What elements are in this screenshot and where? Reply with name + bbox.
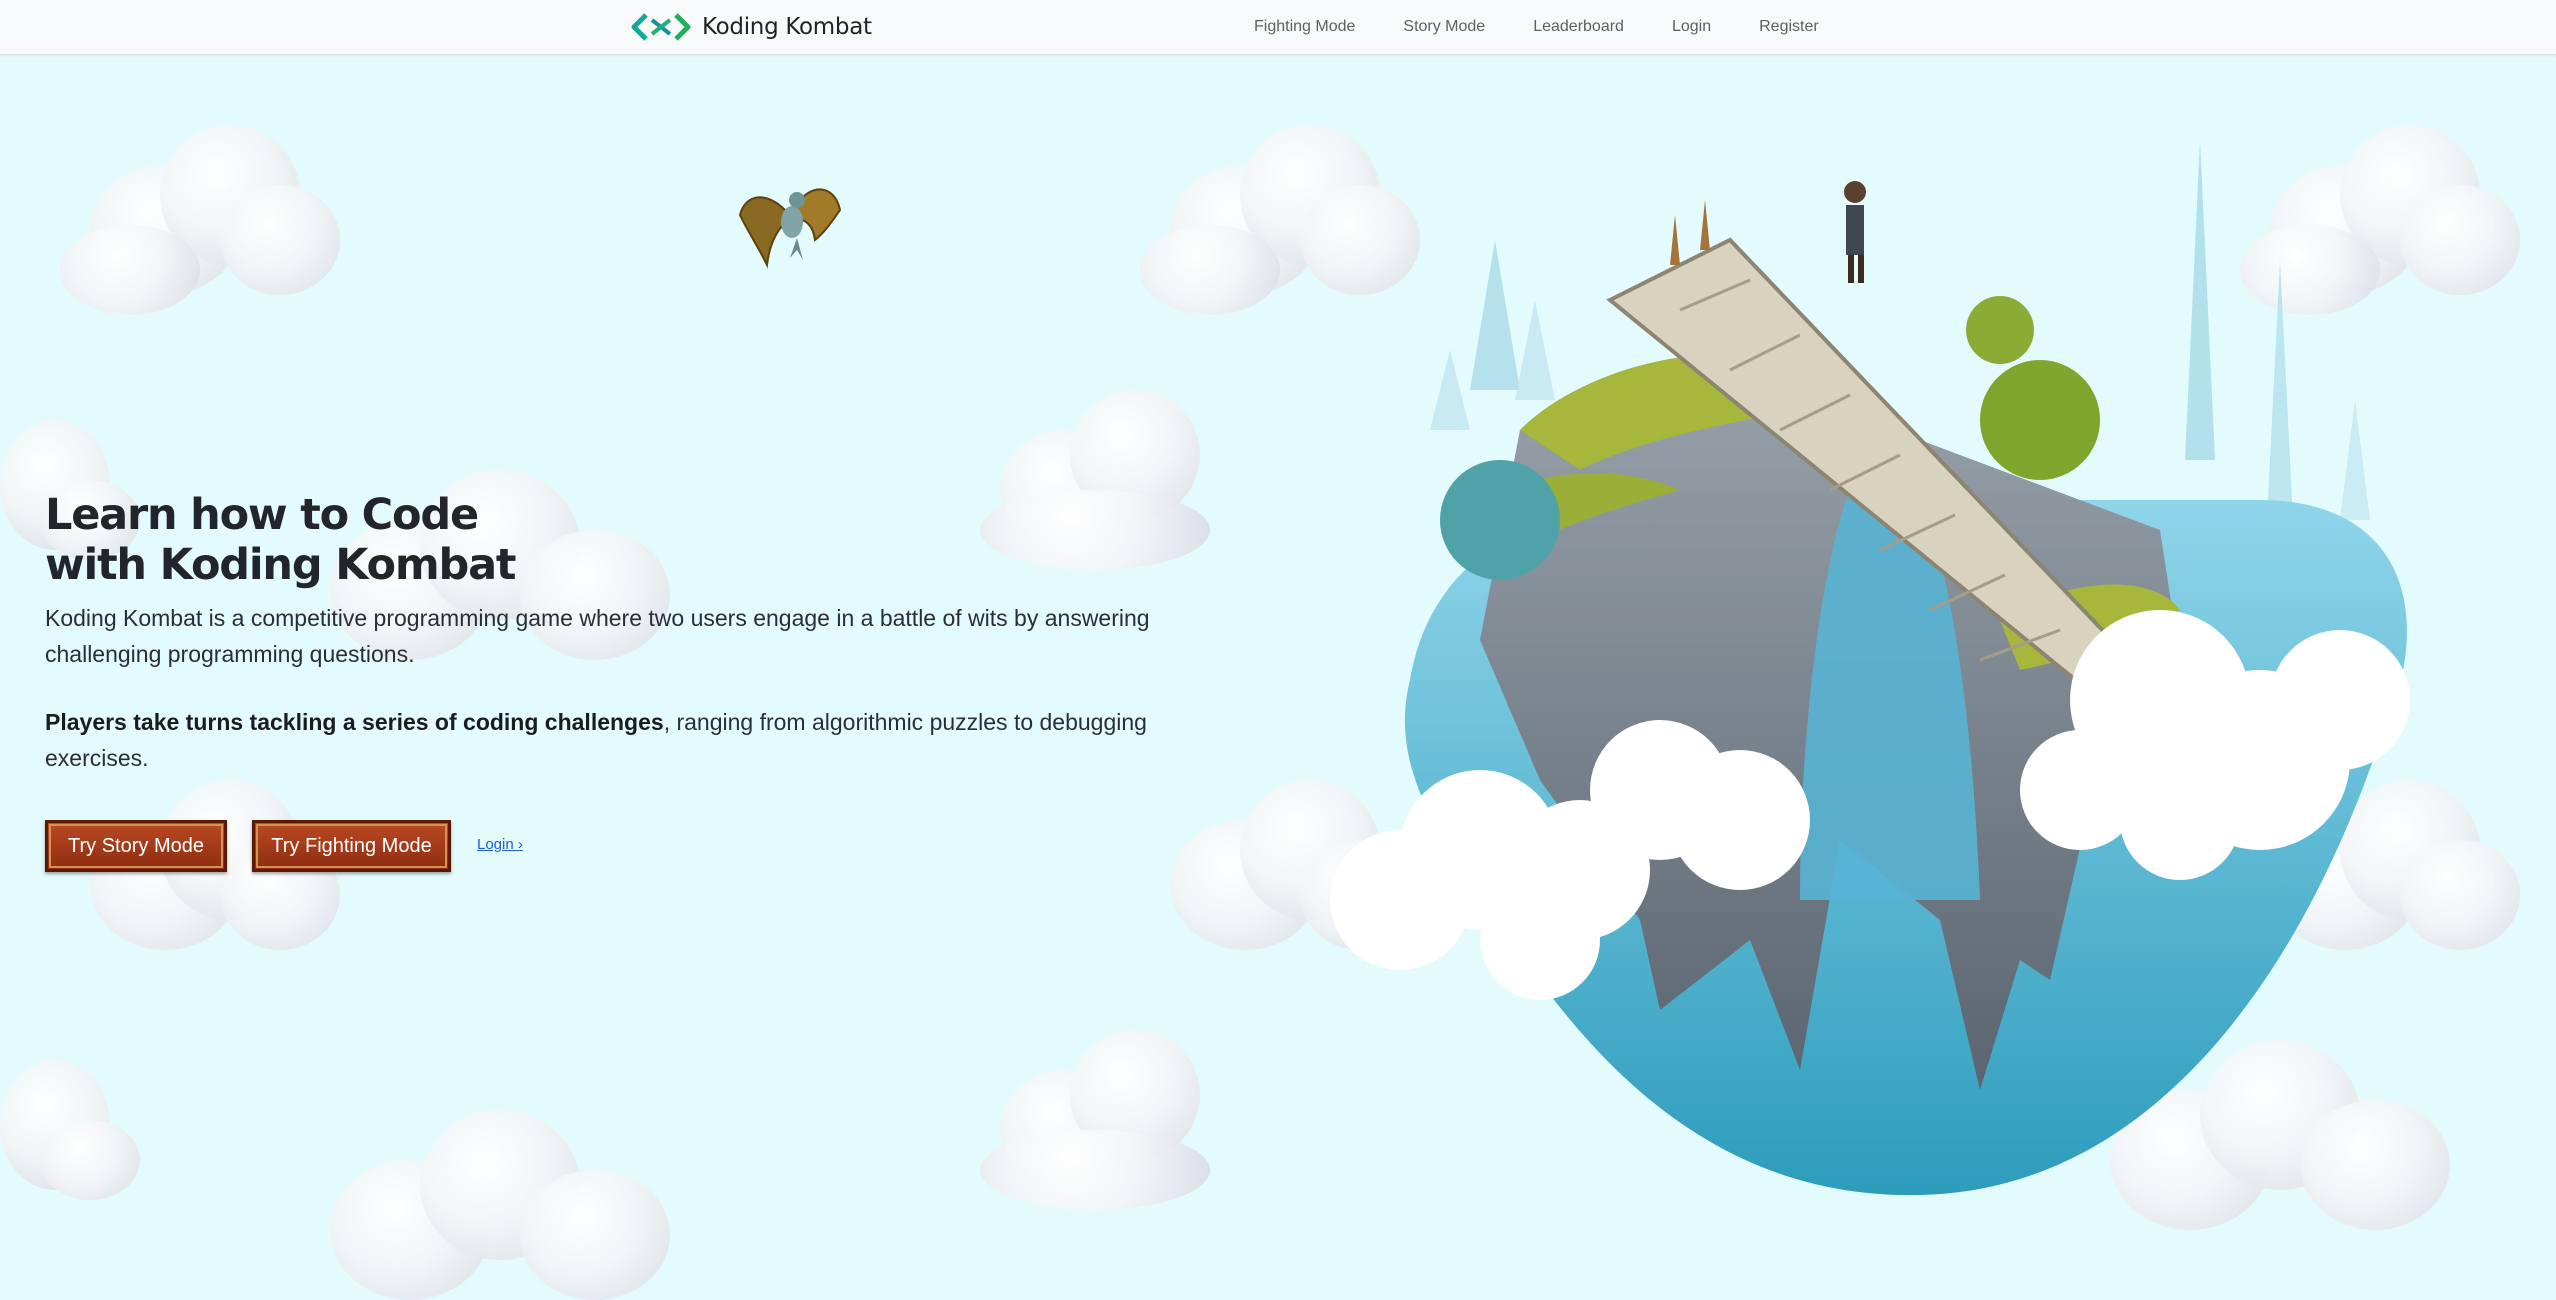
- brand-name: Koding Kombat: [702, 14, 872, 40]
- top-navbar: Koding Kombat Fighting Mode Story Mode L…: [0, 0, 2556, 55]
- nav-register[interactable]: Register: [1759, 18, 1819, 36]
- hero-description: Koding Kombat is a competitive programmi…: [45, 605, 1150, 667]
- brand-link[interactable]: Koding Kombat: [630, 8, 872, 46]
- hero-title: Learn how to Code with Koding Kombat: [45, 490, 516, 590]
- nav-login[interactable]: Login: [1672, 18, 1711, 36]
- floating-island-illustration: [1330, 140, 2410, 1196]
- hero-login-link[interactable]: Login ›: [477, 836, 523, 853]
- code-brackets-logo-icon: [631, 13, 691, 41]
- nav-links: Fighting Mode Story Mode Leaderboard Log…: [1230, 0, 1843, 54]
- hero-title-line2: with Koding Kombat: [45, 540, 516, 590]
- try-fighting-mode-button[interactable]: Try Fighting Mode: [252, 820, 451, 872]
- hero-detail-bold: Players take turns tackling a series of …: [45, 709, 664, 735]
- nav-fighting-mode[interactable]: Fighting Mode: [1254, 18, 1355, 36]
- dragon-illustration: [738, 188, 842, 269]
- hero-detail: Players take turns tackling a series of …: [45, 704, 1245, 776]
- try-story-mode-button[interactable]: Try Story Mode: [45, 820, 227, 872]
- nav-story-mode[interactable]: Story Mode: [1403, 18, 1485, 36]
- hero-title-line1: Learn how to Code: [45, 490, 479, 540]
- nav-leaderboard[interactable]: Leaderboard: [1533, 18, 1624, 36]
